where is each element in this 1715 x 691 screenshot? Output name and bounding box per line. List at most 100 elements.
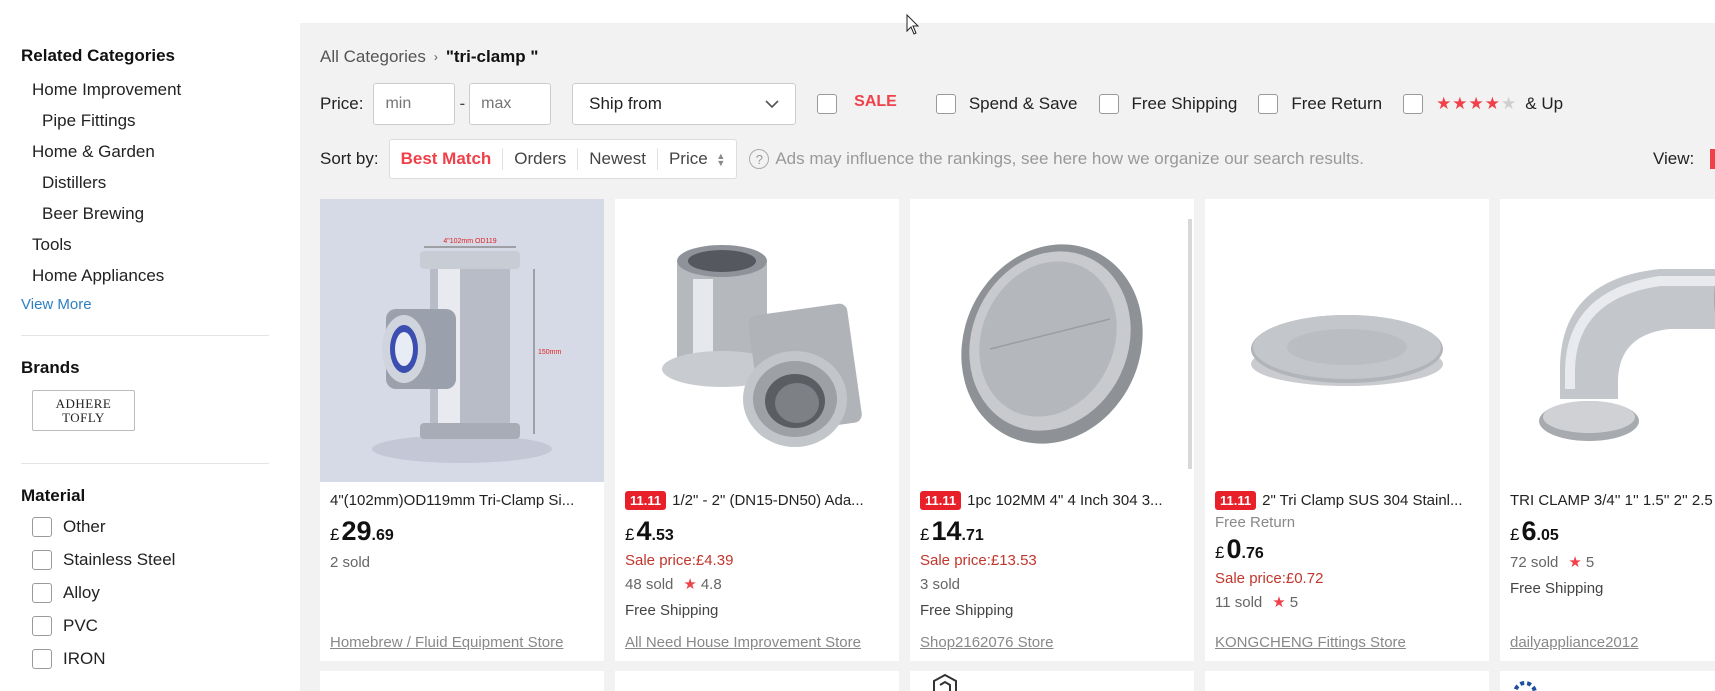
- product-title[interactable]: TRI CLAMP 3/4'' 1'' 1.5'' 2'' 2.5: [1510, 488, 1715, 512]
- category-pipe-fittings[interactable]: Pipe Fittings: [21, 105, 290, 136]
- category-home-improvement[interactable]: Home Improvement: [21, 74, 290, 105]
- price-max-input[interactable]: [469, 83, 552, 125]
- grid-view-icon[interactable]: [1710, 149, 1715, 169]
- view-more-link[interactable]: View More: [21, 291, 290, 319]
- product-card[interactable]: 4"102mm OD119 150mm 4"(102mm)OD119mm Tri…: [320, 199, 604, 661]
- free-shipping-checkbox[interactable]: [1098, 94, 1119, 114]
- ads-notice[interactable]: ? Ads may influence the rankings, see he…: [749, 149, 1364, 169]
- material-checkbox[interactable]: [32, 648, 52, 669]
- product-card[interactable]: [1205, 671, 1489, 691]
- product-card[interactable]: [320, 671, 604, 691]
- sort-best-match[interactable]: Best Match: [390, 148, 503, 170]
- product-card[interactable]: TRI CLAMP 3/4'' 1'' 1.5'' 2'' 2.5 £ 6 .0…: [1500, 199, 1715, 661]
- free-return-checkbox[interactable]: [1258, 94, 1279, 114]
- product-title[interactable]: 11.11 2" Tri Clamp SUS 304 Stainl...: [1215, 488, 1479, 512]
- material-option-other[interactable]: Other: [21, 510, 290, 543]
- material-label: Alloy: [63, 582, 100, 602]
- sold-count: 3 sold: [920, 576, 961, 593]
- store-link[interactable]: KONGCHENG Fittings Store: [1215, 634, 1406, 651]
- category-beer-brewing[interactable]: Beer Brewing: [21, 198, 290, 229]
- product-meta: 11 sold ★ 5: [1215, 590, 1479, 616]
- product-image[interactable]: [910, 199, 1194, 482]
- sidebar-divider: [21, 463, 269, 464]
- product-grid: 4"102mm OD119 150mm 4"(102mm)OD119mm Tri…: [320, 199, 1715, 661]
- ship-from-label: Ship from: [589, 94, 662, 113]
- category-distillers[interactable]: Distillers: [21, 167, 290, 198]
- sort-price-label: Price: [668, 149, 708, 168]
- sort-orders[interactable]: Orders: [502, 148, 577, 170]
- brand-logo-adhere-tofly[interactable]: ADHERE TOFLY: [32, 390, 135, 431]
- material-option-alloy[interactable]: Alloy: [21, 576, 290, 609]
- promo-badge: 11.11: [625, 490, 667, 510]
- product-image[interactable]: 4"102mm OD119 150mm: [320, 199, 604, 482]
- sort-newest[interactable]: Newest: [577, 148, 657, 170]
- rating-stars-icon: ★★★★ ★ & Up: [1436, 94, 1563, 114]
- brands-title: Brands: [21, 358, 80, 377]
- price-label: Price:: [320, 94, 364, 113]
- image-dim-side: 150mm: [538, 349, 562, 356]
- sold-count: 11 sold: [1215, 594, 1263, 611]
- ship-from-select[interactable]: Ship from: [572, 83, 797, 125]
- breadcrumb: All Categories › "tri-clamp ": [320, 47, 538, 67]
- category-home-garden[interactable]: Home & Garden: [21, 136, 290, 167]
- rating-star-empty: ★: [1501, 94, 1518, 113]
- price-currency: £: [1510, 525, 1520, 544]
- product-price: £ 0 .76: [1215, 534, 1479, 568]
- store-link[interactable]: All Need House Improvement Store: [625, 634, 861, 651]
- breadcrumb-separator-icon: ›: [433, 50, 438, 64]
- category-home-appliances[interactable]: Home Appliances: [21, 260, 290, 291]
- product-price: £ 4 .53: [625, 516, 889, 550]
- free-shipping-filter[interactable]: Free Shipping: [1098, 94, 1237, 114]
- material-checkbox[interactable]: [32, 549, 52, 570]
- sale-checkbox[interactable]: [817, 94, 838, 114]
- promo-badge: 11.11: [920, 490, 962, 510]
- product-title-text: 1pc 102MM 4" 4 Inch 304 3...: [967, 491, 1163, 509]
- spend-save-checkbox[interactable]: [935, 94, 956, 114]
- mouse-cursor-icon: [906, 14, 920, 35]
- rating-filter[interactable]: ★★★★ ★ & Up: [1403, 94, 1563, 114]
- free-return-filter[interactable]: Free Return: [1258, 94, 1382, 114]
- category-tools[interactable]: Tools: [21, 229, 290, 260]
- store-link[interactable]: Shop2162076 Store: [920, 634, 1053, 651]
- material-title: Material: [21, 486, 86, 505]
- store-link[interactable]: dailyappliance2012: [1510, 634, 1638, 651]
- breadcrumb-root[interactable]: All Categories: [320, 47, 426, 67]
- material-option-pvc[interactable]: PVC: [21, 609, 290, 642]
- sale-label: SALE: [854, 93, 897, 110]
- product-title-text: 2" Tri Clamp SUS 304 Stainl...: [1262, 491, 1463, 509]
- material-option-iron[interactable]: IRON: [21, 642, 290, 675]
- sale-price: Sale price:£4.39: [625, 552, 734, 569]
- product-image[interactable]: [1205, 199, 1489, 482]
- price-integer: 29: [341, 516, 372, 546]
- product-meta: 2 sold: [330, 550, 594, 576]
- clamp-disc-image: [1205, 199, 1489, 482]
- material-option-stainless-steel[interactable]: Stainless Steel: [21, 543, 290, 576]
- spend-save-filter[interactable]: Spend & Save: [935, 94, 1078, 114]
- product-meta: 72 sold ★ 5: [1510, 550, 1715, 576]
- product-title[interactable]: 4"(102mm)OD119mm Tri-Clamp Si...: [330, 488, 594, 512]
- product-card[interactable]: 11.11 1pc 102MM 4" 4 Inch 304 3... £ 14 …: [910, 199, 1194, 661]
- material-checkbox[interactable]: [32, 615, 52, 636]
- rating-checkbox[interactable]: [1403, 94, 1424, 114]
- material-checkbox[interactable]: [32, 582, 52, 603]
- product-card[interactable]: [615, 671, 899, 691]
- free-return-tag: Free Return: [1215, 514, 1296, 531]
- shipping-info: Free Shipping: [1510, 580, 1604, 597]
- store-link[interactable]: Homebrew / Fluid Equipment Store: [330, 634, 563, 651]
- product-card[interactable]: [910, 671, 1194, 691]
- price-integer: 4: [636, 516, 652, 546]
- product-card[interactable]: 11.11 2" Tri Clamp SUS 304 Stainl... Fre…: [1205, 199, 1489, 661]
- sale-filter[interactable]: SALE: [817, 93, 897, 114]
- breadcrumb-query: "tri-clamp ": [445, 47, 539, 66]
- product-image[interactable]: [615, 199, 899, 482]
- price-dash: -: [459, 94, 466, 113]
- price-min-input[interactable]: [373, 83, 456, 125]
- sort-price[interactable]: Price ▲ ▼: [656, 148, 736, 170]
- brand-logo-line2: TOFLY: [62, 409, 105, 425]
- product-title[interactable]: 11.11 1pc 102MM 4" 4 Inch 304 3...: [920, 488, 1184, 512]
- product-title[interactable]: 11.11 1/2" - 2" (DN15-DN50) Ada...: [625, 488, 889, 512]
- product-image[interactable]: [1500, 199, 1715, 482]
- product-card[interactable]: [1500, 671, 1715, 691]
- material-checkbox[interactable]: [32, 516, 52, 537]
- product-card[interactable]: 11.11 1/2" - 2" (DN15-DN50) Ada... £ 4 .…: [615, 199, 899, 661]
